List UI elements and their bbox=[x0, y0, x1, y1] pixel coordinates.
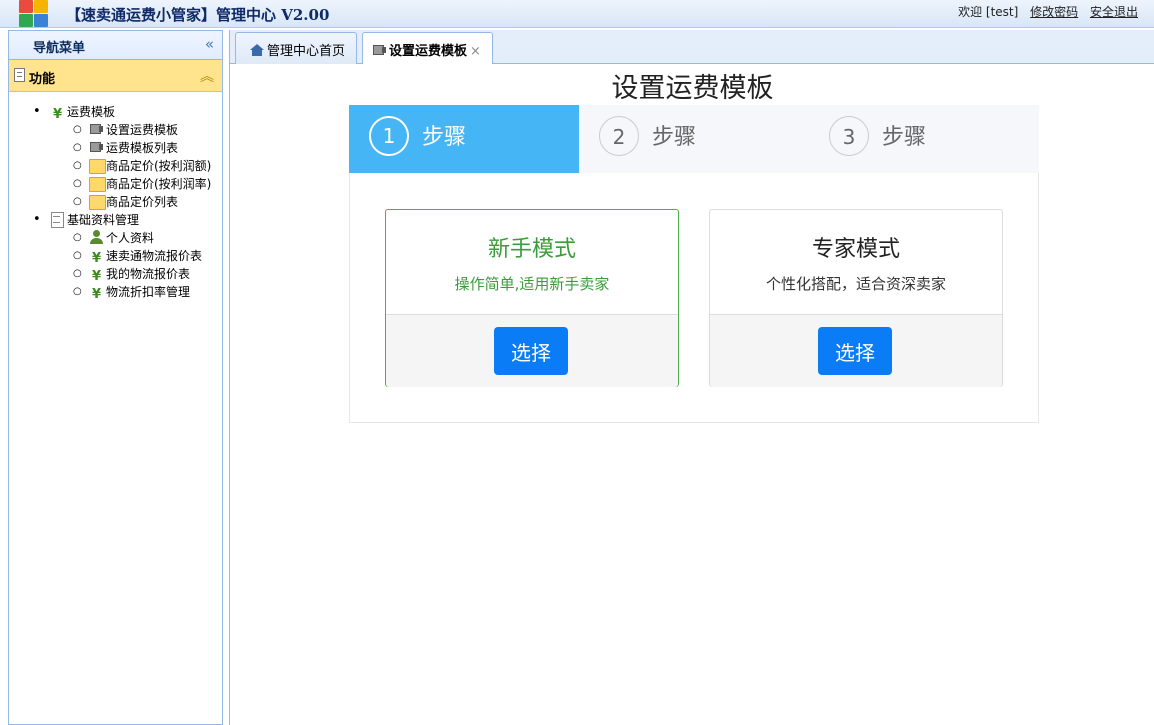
tab-label: 设置运费模板 bbox=[389, 44, 468, 59]
nav-item-freight-template-list[interactable]: 运费模板列表 bbox=[9, 139, 222, 157]
nav-group-label: 基础资料管理 bbox=[67, 213, 140, 227]
step-label: 步骤 bbox=[422, 125, 467, 150]
nav-item-label: 商品定价(按利润额) bbox=[106, 159, 212, 173]
nav-item-profile[interactable]: 个人资料 bbox=[9, 229, 222, 247]
nav-item-my-logistics-quotes[interactable]: ¥ 我的物流报价表 bbox=[9, 265, 222, 284]
nav-item-label: 商品定价列表 bbox=[106, 195, 179, 209]
app-logo-icon bbox=[19, 0, 49, 28]
app-title: 【速卖通运费小管家】管理中心 V2.00 bbox=[66, 6, 330, 24]
close-tab-icon[interactable]: × bbox=[470, 44, 481, 59]
logout-link[interactable]: 安全退出 bbox=[1090, 5, 1138, 19]
change-password-link[interactable]: 修改密码 bbox=[1030, 5, 1078, 19]
document-icon bbox=[50, 212, 65, 228]
sidebar: 导航菜单 « 功能 ︽ ¥ 运费模板 设置运费模板 运费模板列表 商品定价(按利润… bbox=[8, 30, 223, 725]
card-description: 个性化搭配，适合资深卖家 bbox=[765, 275, 946, 293]
expert-mode-card[interactable]: 专家模式 个性化搭配，适合资深卖家 选择 bbox=[709, 209, 1003, 387]
nav-item-label: 个人资料 bbox=[106, 231, 155, 245]
nav-item-label: 我的物流报价表 bbox=[106, 267, 191, 281]
step-indicator: 1 步骤 2 步骤 3 步骤 bbox=[349, 105, 1039, 173]
card-title: 新手模式 bbox=[487, 237, 576, 262]
top-header: 【速卖通运费小管家】管理中心 V2.00 欢迎 [test] 修改密码 安全退出 bbox=[0, 0, 1154, 28]
beginner-mode-card[interactable]: 新手模式 操作简单,适用新手卖家 选择 bbox=[385, 209, 679, 387]
nav-tree: ¥ 运费模板 设置运费模板 运费模板列表 商品定价(按利润额) 商品定价(按利润率… bbox=[9, 103, 222, 302]
select-beginner-mode-button[interactable]: 选择 bbox=[494, 327, 568, 375]
nav-group-freight-template[interactable]: ¥ 运费模板 bbox=[9, 103, 222, 122]
chevron-up-icon[interactable]: ︽ bbox=[200, 66, 214, 86]
select-expert-mode-button[interactable]: 选择 bbox=[818, 327, 892, 375]
main-content: 设置运费模板 1 步骤 2 步骤 3 步骤 新手模式 操作简单,适用新手卖家 选… bbox=[229, 64, 1154, 725]
yen-icon: ¥ bbox=[52, 107, 63, 122]
card-description: 操作简单,适用新手卖家 bbox=[454, 275, 610, 293]
card-title: 专家模式 bbox=[811, 237, 900, 262]
mode-selection-panel: 新手模式 操作简单,适用新手卖家 选择 专家模式 个性化搭配，适合资深卖家 选择 bbox=[349, 173, 1039, 423]
nav-item-label: 物流折扣率管理 bbox=[106, 285, 191, 299]
nav-item-label: 速卖通物流报价表 bbox=[106, 249, 203, 263]
tab-home[interactable]: 管理中心首页 bbox=[235, 32, 357, 64]
step-label: 步骤 bbox=[882, 125, 927, 150]
step-number: 1 bbox=[369, 116, 409, 156]
nav-item-pricing-list[interactable]: 商品定价列表 bbox=[9, 193, 222, 211]
nav-group-basic-data[interactable]: 基础资料管理 bbox=[9, 211, 222, 229]
truck-icon bbox=[372, 43, 387, 57]
step-1: 1 步骤 bbox=[349, 105, 579, 173]
function-section-header[interactable]: 功能 ︽ bbox=[9, 60, 222, 92]
step-number: 3 bbox=[829, 116, 869, 156]
nav-title: 导航菜单 bbox=[33, 41, 86, 56]
tab-set-freight-template[interactable]: 设置运费模板 × bbox=[362, 32, 493, 65]
nav-header: 导航菜单 « bbox=[9, 31, 222, 60]
card-footer: 选择 bbox=[386, 314, 678, 387]
function-section-title: 功能 bbox=[29, 72, 56, 87]
nav-item-pricing-by-profit-rate[interactable]: 商品定价(按利润率) bbox=[9, 175, 222, 193]
welcome-text: 欢迎 [test] bbox=[958, 5, 1019, 19]
truck-icon bbox=[89, 140, 104, 154]
nav-group-label: 运费模板 bbox=[67, 105, 116, 119]
nav-item-label: 设置运费模板 bbox=[106, 123, 179, 137]
tab-bar: 管理中心首页 设置运费模板 × bbox=[229, 30, 1154, 65]
user-bar: 欢迎 [test] 修改密码 安全退出 bbox=[958, 3, 1138, 20]
step-number: 2 bbox=[599, 116, 639, 156]
notepad-icon bbox=[14, 68, 25, 82]
step-2: 2 步骤 bbox=[579, 105, 809, 173]
home-icon bbox=[250, 44, 264, 56]
yen-icon: ¥ bbox=[91, 287, 102, 302]
card-footer: 选择 bbox=[710, 314, 1002, 387]
step-3: 3 步骤 bbox=[809, 105, 1039, 173]
yen-icon: ¥ bbox=[91, 251, 102, 266]
nav-item-label: 商品定价(按利润率) bbox=[106, 177, 212, 191]
user-icon bbox=[89, 230, 104, 244]
folder-icon bbox=[89, 176, 106, 192]
yen-icon: ¥ bbox=[91, 269, 102, 284]
step-label: 步骤 bbox=[652, 125, 697, 150]
folder-icon bbox=[89, 194, 106, 210]
collapse-sidebar-icon[interactable]: « bbox=[205, 35, 214, 53]
nav-item-label: 运费模板列表 bbox=[106, 141, 179, 155]
nav-item-aliexpress-logistics-quotes[interactable]: ¥ 速卖通物流报价表 bbox=[9, 247, 222, 266]
folder-icon bbox=[89, 158, 106, 174]
nav-item-pricing-by-profit-amount[interactable]: 商品定价(按利润额) bbox=[9, 157, 222, 175]
tab-label: 管理中心首页 bbox=[267, 44, 346, 59]
nav-item-logistics-discount[interactable]: ¥ 物流折扣率管理 bbox=[9, 283, 222, 302]
page-title: 设置运费模板 bbox=[611, 73, 774, 104]
truck-icon bbox=[89, 122, 104, 136]
nav-item-set-freight-template[interactable]: 设置运费模板 bbox=[9, 121, 222, 139]
